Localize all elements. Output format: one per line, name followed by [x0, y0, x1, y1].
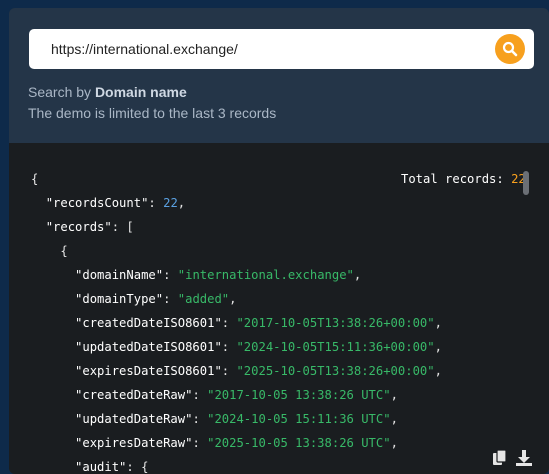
json-line: "expiresDateRaw": "2025-10-05 13:38:26 U… [31, 431, 442, 455]
search-icon [502, 41, 518, 57]
json-punct: , [390, 388, 398, 402]
json-punct: : [221, 364, 237, 378]
json-string: "international.exchange" [177, 268, 354, 282]
json-punct: , [434, 340, 442, 354]
download-button[interactable] [515, 449, 533, 467]
json-punct: : [192, 412, 208, 426]
json-line: { [31, 167, 442, 191]
download-icon [516, 450, 532, 466]
json-line: "updatedDateISO8601": "2024-10-05T15:11:… [31, 335, 442, 359]
json-punct: : [ [111, 220, 134, 234]
json-punct: { [31, 172, 39, 186]
json-punct: : [148, 196, 164, 210]
json-key: "recordsCount" [45, 196, 149, 210]
json-punct: : { [126, 460, 149, 474]
json-key: "audit" [75, 460, 127, 474]
json-punct: : [192, 388, 208, 402]
json-punct: { [60, 244, 68, 258]
json-line: "domainName": "international.exchange", [31, 263, 442, 287]
json-string: "2025-10-05T13:38:26+00:00" [236, 364, 435, 378]
json-key: "createdDateRaw" [75, 388, 193, 402]
total-records-label: Total records: [401, 172, 512, 186]
json-result: { "recordsCount": 22, "records": [ { "do… [31, 167, 442, 474]
json-punct: , [177, 196, 186, 210]
json-punct: : [163, 268, 178, 282]
json-string: "2024-10-05 15:11:36 UTC" [207, 412, 391, 426]
search-panel: Search by Domain name The demo is limite… [9, 8, 549, 474]
json-number: 22 [163, 196, 178, 210]
search-hint-prefix: Search by [28, 84, 95, 100]
json-key: "expiresDateISO8601" [75, 364, 222, 378]
total-records: Total records: 22 [401, 167, 526, 191]
copy-button[interactable] [491, 449, 509, 467]
json-key: "records" [45, 220, 112, 234]
search-hint: Search by Domain name [28, 84, 187, 100]
json-string: "2017-10-05T13:38:26+00:00" [236, 316, 435, 330]
search-hint-type: Domain name [94, 84, 187, 100]
copy-icon [493, 449, 507, 465]
json-line: "domainType": "added", [31, 287, 442, 311]
json-string: "2017-10-05 13:38:26 UTC" [207, 388, 391, 402]
json-string: "2024-10-05T15:11:36+00:00" [236, 340, 435, 354]
json-key: "updatedDateISO8601" [75, 340, 222, 354]
json-punct: : [221, 340, 237, 354]
json-key: "updatedDateRaw" [75, 412, 193, 426]
json-line: "recordsCount": 22, [31, 191, 442, 215]
json-punct: , [353, 268, 362, 282]
json-line: "createdDateISO8601": "2017-10-05T13:38:… [31, 311, 442, 335]
limit-note: The demo is limited to the last 3 record… [28, 105, 277, 121]
json-punct: , [390, 436, 398, 450]
json-line: "expiresDateISO8601": "2025-10-05T13:38:… [31, 359, 442, 383]
json-key: "domainType" [75, 292, 164, 306]
json-line: "createdDateRaw": "2017-10-05 13:38:26 U… [31, 383, 442, 407]
json-string: "2025-10-05 13:38:26 UTC" [207, 436, 391, 450]
search-box [29, 29, 534, 69]
json-punct: : [192, 436, 208, 450]
json-string: "added" [177, 292, 230, 306]
json-line: "audit": { [31, 455, 442, 474]
json-punct: , [390, 412, 398, 426]
result-viewer[interactable]: { "recordsCount": 22, "records": [ { "do… [9, 143, 549, 474]
json-punct: , [434, 364, 442, 378]
json-key: "domainName" [75, 268, 164, 282]
search-area: Search by Domain name The demo is limite… [9, 8, 549, 143]
json-punct: , [434, 316, 442, 330]
json-punct: , [229, 292, 237, 306]
json-punct: : [221, 316, 237, 330]
json-line: "records": [ [31, 215, 442, 239]
json-line: "updatedDateRaw": "2024-10-05 15:11:36 U… [31, 407, 442, 431]
json-punct: : [163, 292, 178, 306]
search-input[interactable] [29, 29, 489, 69]
json-line: { [31, 239, 442, 263]
scrollbar[interactable] [523, 171, 529, 195]
json-key: "createdDateISO8601" [75, 316, 222, 330]
search-button[interactable] [495, 34, 525, 64]
json-key: "expiresDateRaw" [75, 436, 193, 450]
